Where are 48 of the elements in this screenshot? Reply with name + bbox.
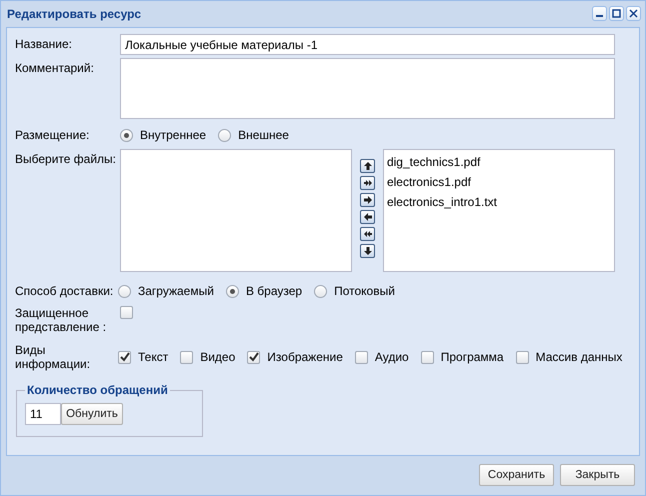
placement-label: Размещение:: [15, 127, 90, 142]
close-icon: [629, 9, 638, 18]
radio-option[interactable]: В браузер: [226, 284, 302, 298]
move-right-button[interactable]: [360, 193, 375, 207]
move-all-left-button[interactable]: [360, 227, 375, 241]
radio-option[interactable]: Загружаемый: [118, 284, 214, 298]
radio-option[interactable]: Внутреннее: [120, 128, 206, 142]
radio-option[interactable]: Потоковый: [314, 284, 395, 298]
move-down-button[interactable]: [360, 244, 375, 258]
info-types-label: Виды информации:: [15, 342, 92, 371]
file-item[interactable]: electronics_intro1.txt: [386, 192, 611, 212]
move-all-right-button[interactable]: [360, 176, 375, 190]
window-title: Редактировать ресурс: [7, 6, 142, 20]
maximize-button[interactable]: [609, 6, 624, 21]
radio-option[interactable]: Внешнее: [218, 128, 289, 142]
maximize-icon: [612, 9, 621, 18]
checkmark-icon: [248, 352, 259, 362]
comment-label: Комментарий:: [15, 60, 95, 75]
files-label: Выберите файлы:: [15, 151, 117, 166]
close-dialog-button[interactable]: Закрыть: [560, 464, 635, 486]
selected-files-list[interactable]: dig_technics1.pdf electronics1.pdf electronics_intro1.txt: [382, 149, 615, 272]
checkbox-option[interactable]: Аудио: [354, 350, 409, 364]
save-button[interactable]: Сохранить: [479, 464, 554, 486]
file-item[interactable]: electronics1.pdf: [386, 172, 611, 192]
name-label: Название:: [15, 36, 73, 51]
checkbox-option[interactable]: Изображение: [247, 350, 343, 364]
minimize-button[interactable]: [592, 6, 607, 21]
checkbox-option[interactable]: Текст: [118, 350, 168, 364]
arrow-icon: [362, 229, 372, 239]
group-title: Количество обращений: [26, 383, 169, 397]
protected-label: Защищенное представление :: [15, 305, 108, 334]
checkbox-option[interactable]: Видео: [180, 350, 236, 364]
reset-button[interactable]: Обнулить: [61, 403, 123, 425]
count-field[interactable]: 11: [25, 403, 61, 425]
arrow-icon: [362, 161, 372, 171]
checkmark-icon: [120, 352, 130, 362]
move-left-button[interactable]: [360, 210, 375, 224]
comment-field[interactable]: [120, 58, 615, 119]
delivery-label: Способ доставки:: [15, 283, 114, 298]
move-up-button[interactable]: [360, 159, 375, 173]
file-item[interactable]: dig_technics1.pdf: [386, 152, 611, 172]
name-field[interactable]: Локальные учебные материалы -1: [120, 34, 615, 55]
arrow-icon: [362, 178, 372, 188]
checkbox-option[interactable]: Массив данных: [516, 350, 622, 364]
protected-checkbox[interactable]: [120, 306, 133, 319]
close-button[interactable]: [626, 6, 641, 21]
arrow-icon: [362, 246, 372, 256]
checkbox-option[interactable]: Программа: [420, 350, 504, 364]
